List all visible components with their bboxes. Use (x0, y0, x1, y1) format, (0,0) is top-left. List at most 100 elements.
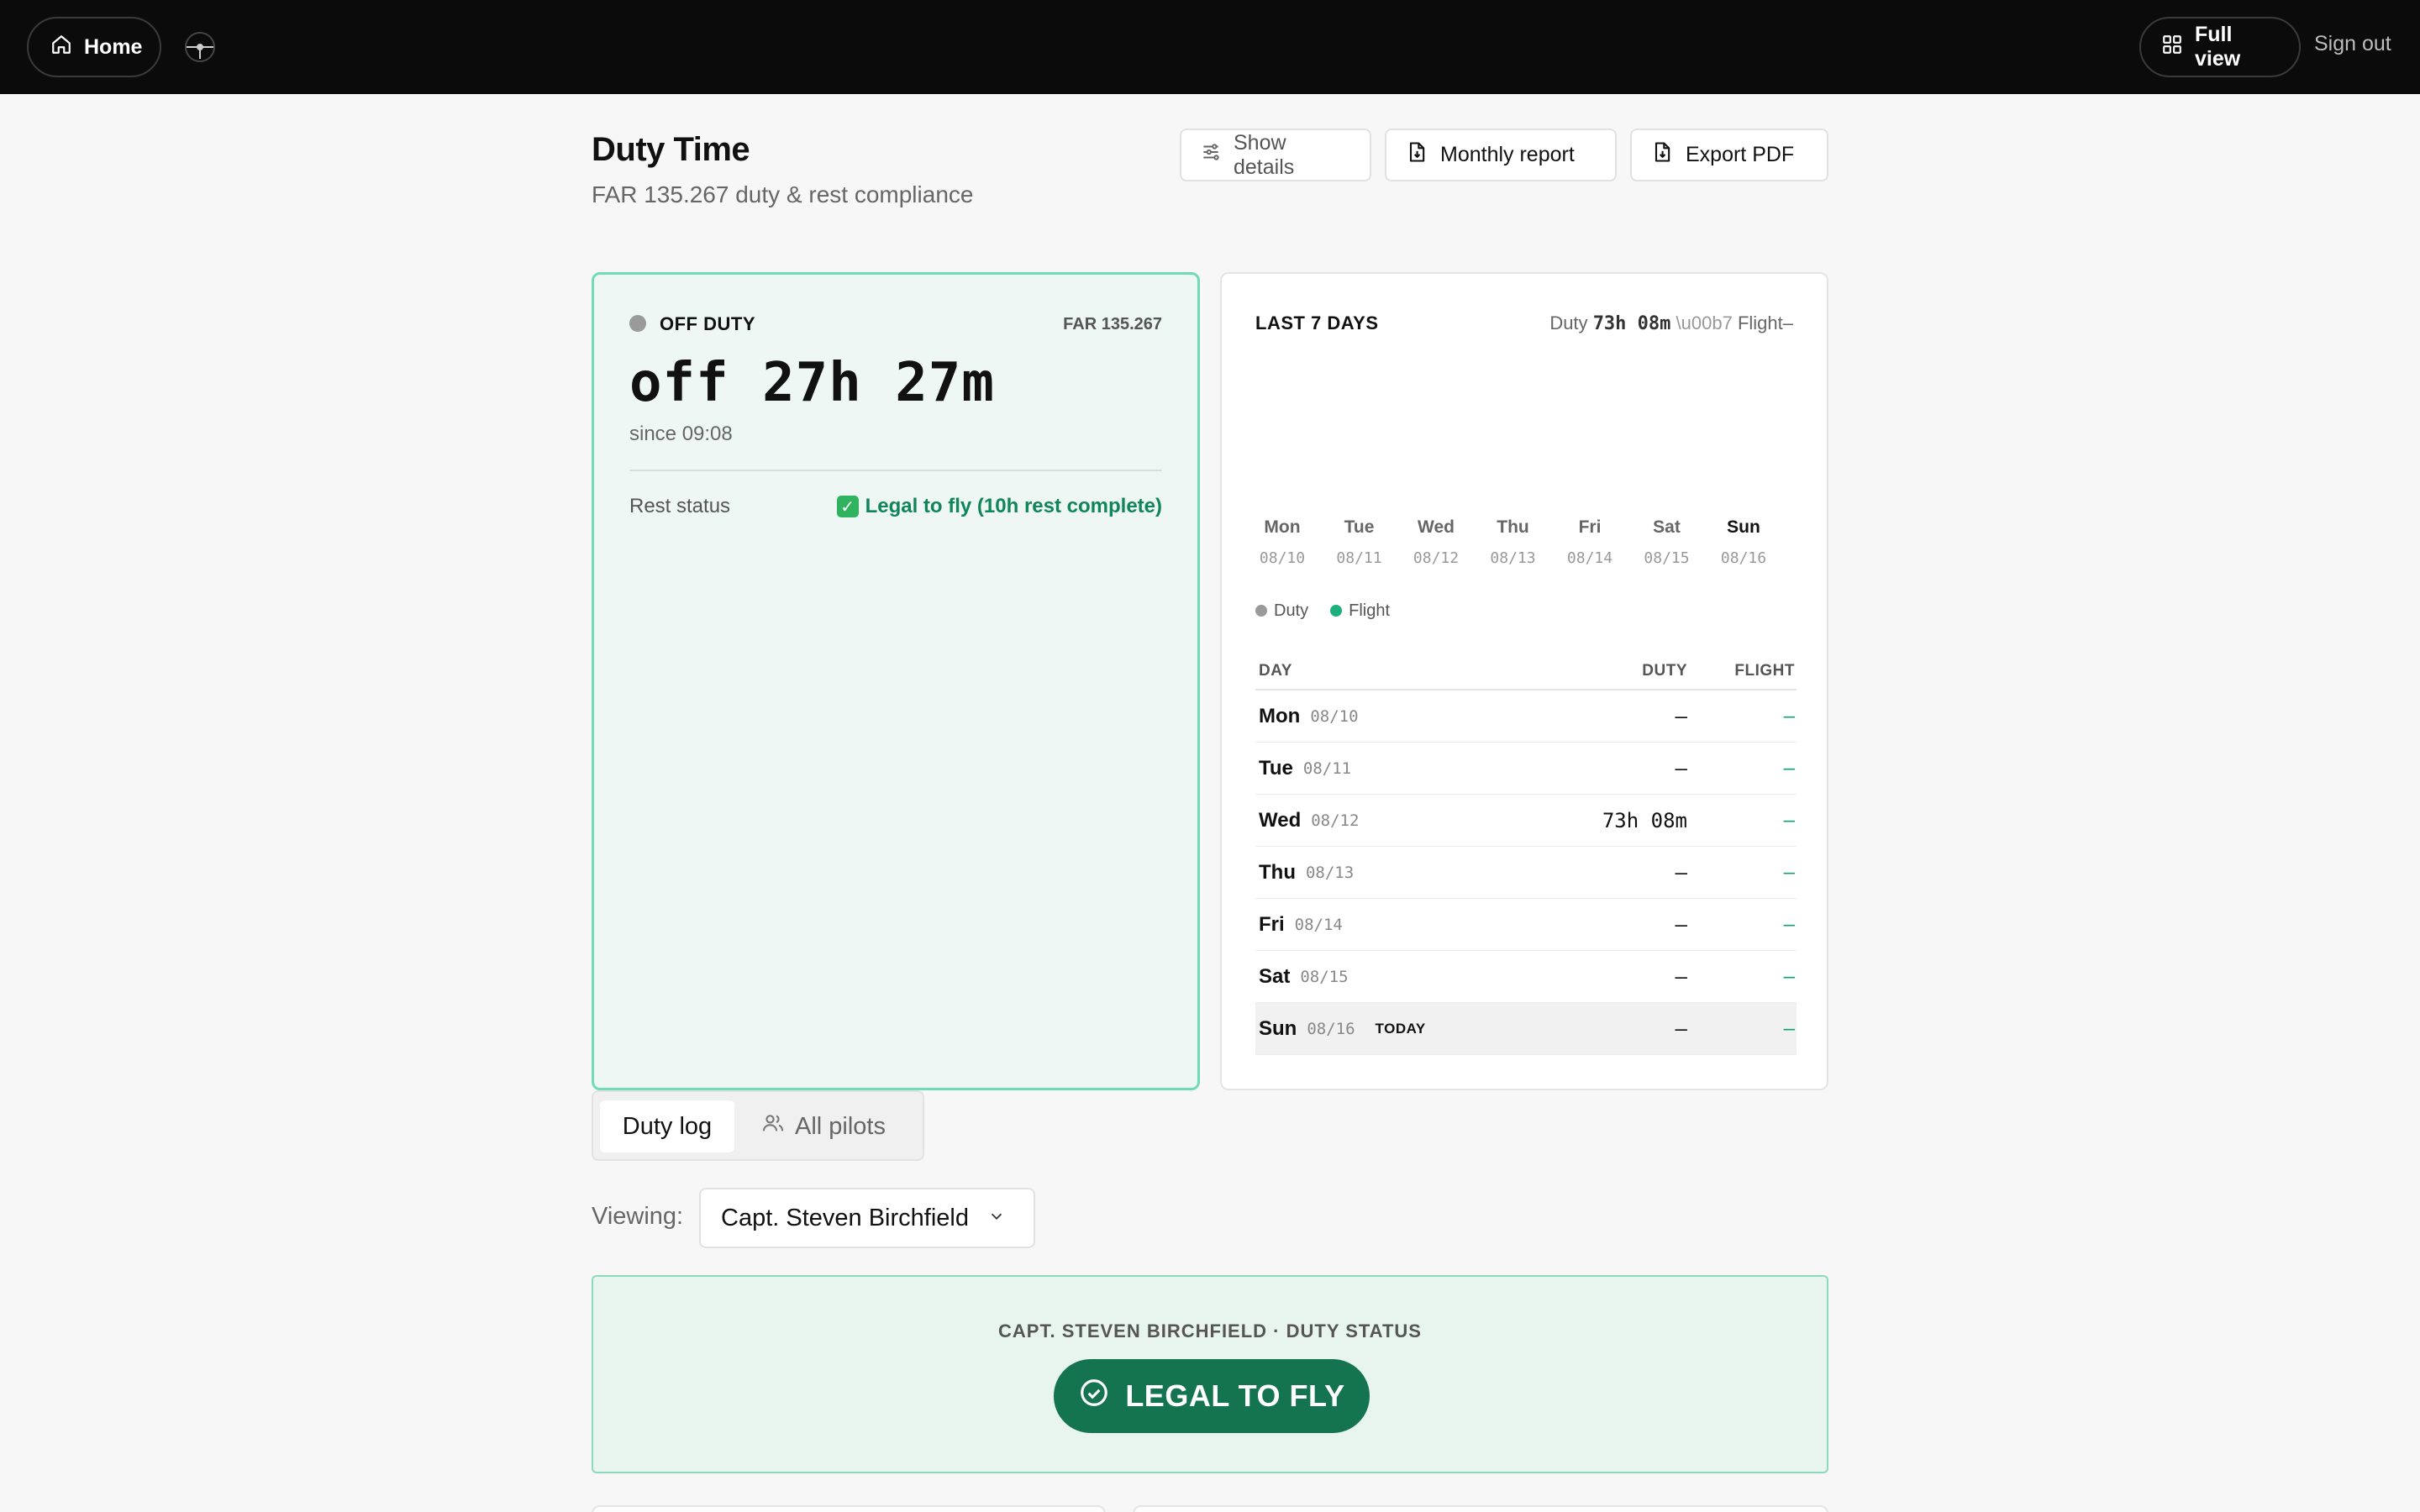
day-axis-name: Sun (1727, 517, 1760, 537)
row-duty: – (1675, 860, 1687, 885)
day-axis-mon: Mon 08/10 (1249, 517, 1316, 567)
day-axis-date: 08/16 (1720, 549, 1767, 567)
status-indicator-dot (629, 315, 646, 332)
row-day: Wed 08/12 (1255, 809, 1553, 832)
day-axis-fri: Fri 08/14 (1556, 517, 1623, 567)
full-view-label: Full view (2195, 23, 2241, 71)
home-button[interactable]: Home (27, 17, 161, 77)
table-row: Thu 08/13 – – (1255, 847, 1797, 899)
summary-flight-value: – (1782, 312, 1793, 333)
row-duty: – (1675, 1016, 1687, 1041)
week-summary: Duty 73h 08m \u00b7 Flight– (1549, 312, 1793, 334)
table-body: Mon 08/10 – – Tue 08/11 – – Wed 08/12 73h 08m – Thu 0… (1255, 690, 1797, 1055)
row-day-date: 08/14 (1294, 915, 1343, 934)
summary-duty-label: Duty (1549, 312, 1588, 333)
last-7-days-card: LAST 7 DAYS Duty 73h 08m \u00b7 Flight– … (1220, 272, 1828, 1090)
table-row: Wed 08/12 73h 08m – (1255, 795, 1797, 847)
summary-duty-value: 73h 08m (1592, 313, 1671, 334)
viewing-label: Viewing: (592, 1203, 684, 1230)
row-flight: – (1783, 704, 1795, 727)
day-axis-name: Fri (1578, 517, 1602, 537)
legend-flight-swatch (1330, 605, 1343, 617)
summary-flight-label: Flight (1737, 312, 1783, 333)
summary-separator: \u00b7 (1676, 312, 1733, 333)
check-icon: ✓ (836, 496, 859, 517)
row-day-name: Wed (1259, 808, 1302, 832)
users-icon (761, 1111, 785, 1142)
bottom-card-right (1133, 1505, 1828, 1512)
pilot-select-value: Capt. Steven Birchfield (721, 1204, 969, 1231)
day-axis-date: 08/13 (1490, 549, 1536, 567)
page-subtitle: FAR 135.267 duty & rest compliance (592, 181, 974, 207)
row-day-date: 08/12 (1311, 811, 1360, 830)
export-pdf-label: Export PDF (1686, 143, 1795, 166)
day-axis-date: 08/10 (1259, 549, 1306, 567)
tab-all-pilots-label: All pilots (795, 1112, 886, 1140)
check-circle-icon (1078, 1377, 1110, 1416)
show-details-button[interactable]: Show details (1180, 129, 1371, 181)
grid-icon (2161, 34, 2183, 61)
row-day: Thu 08/13 (1255, 861, 1553, 885)
row-duty: – (1675, 756, 1687, 780)
row-day-date: 08/10 (1310, 706, 1359, 726)
table-header: DAY DUTY FLIGHT (1255, 654, 1797, 690)
full-view-button[interactable]: Full view (2139, 17, 2301, 77)
day-axis-date: 08/14 (1566, 549, 1613, 567)
elapsed-time: off 27h 27m (629, 352, 995, 414)
monthly-report-label: Monthly report (1440, 143, 1575, 166)
row-day: Mon 08/10 (1255, 705, 1553, 728)
header-day: DAY (1259, 662, 1292, 680)
sign-out-link[interactable]: Sign out (2314, 32, 2391, 56)
row-duty: 73h 08m (1602, 808, 1687, 832)
home-icon (50, 34, 72, 61)
pilot-select[interactable]: Capt. Steven Birchfield (699, 1188, 1035, 1248)
rest-status-value: ✓ Legal to fly (10h rest complete) (836, 495, 1162, 518)
duty-state-label: OFF DUTY (660, 313, 755, 334)
chart-legend: Duty Flight (1255, 601, 1390, 621)
row-day: Sat 08/15 (1255, 965, 1553, 989)
bottom-card-left (592, 1505, 1106, 1512)
row-flight: – (1783, 964, 1795, 988)
regulation-label: FAR 135.267 (1063, 315, 1162, 333)
legend-duty-label: Duty (1274, 601, 1309, 620)
view-tabs: Duty log All pilots (592, 1090, 924, 1161)
chevron-down-icon (987, 1205, 1006, 1232)
table-row: Sat 08/15 – – (1255, 951, 1797, 1003)
export-pdf-button[interactable]: Export PDF (1630, 129, 1828, 181)
tab-duty-log[interactable]: Duty log (600, 1100, 734, 1152)
tab-all-pilots[interactable]: All pilots (761, 1100, 886, 1152)
row-day-date: 08/13 (1305, 863, 1355, 882)
row-day-date: 08/16 (1307, 1019, 1355, 1038)
legend-duty: Duty (1255, 601, 1308, 621)
status-panel-caption: CAPT. STEVEN BIRCHFIELD · DUTY STATUS (998, 1320, 1422, 1341)
table-row: Mon 08/10 – – (1255, 690, 1797, 743)
current-duty-card: OFF DUTY FAR 135.267 off 27h 27m since 0… (592, 272, 1200, 1090)
table-row: Fri 08/14 – – (1255, 899, 1797, 951)
top-nav-bar: Home Full view Sign out (0, 0, 2420, 94)
week-table: DAY DUTY FLIGHT Mon 08/10 – – Tue 08/11 – – Wed 0… (1255, 654, 1797, 1055)
row-day-date: 08/11 (1302, 759, 1352, 778)
divider (629, 470, 1162, 471)
file-download-icon (1650, 140, 1674, 170)
since-time: since 09:08 (629, 423, 733, 445)
week-card-title: LAST 7 DAYS (1255, 312, 1379, 333)
row-flight: – (1783, 860, 1795, 884)
row-day-date: 08/15 (1300, 967, 1349, 986)
monthly-report-button[interactable]: Monthly report (1385, 129, 1617, 181)
day-axis-name: Sat (1653, 517, 1681, 537)
app-logo-icon[interactable] (183, 30, 217, 64)
row-day: Sun 08/16 TODAY (1255, 1017, 1553, 1041)
row-day-name: Sun (1259, 1016, 1297, 1040)
row-day: Tue 08/11 (1255, 757, 1553, 780)
row-day: Fri 08/14 (1255, 913, 1553, 937)
day-axis-name: Mon (1264, 517, 1301, 537)
file-download-icon (1405, 140, 1428, 170)
day-axis-name: Tue (1344, 517, 1375, 537)
header-flight: FLIGHT (1734, 662, 1795, 680)
legend-duty-swatch (1255, 605, 1267, 617)
show-details-label: Show details (1234, 130, 1295, 179)
pilot-duty-status-panel: CAPT. STEVEN BIRCHFIELD · DUTY STATUS LE… (592, 1275, 1828, 1473)
legal-to-fly-label: LEGAL TO FLY (1125, 1378, 1345, 1413)
table-row: Tue 08/11 – – (1255, 743, 1797, 795)
day-axis-sun: Sun 08/16 (1710, 517, 1777, 567)
